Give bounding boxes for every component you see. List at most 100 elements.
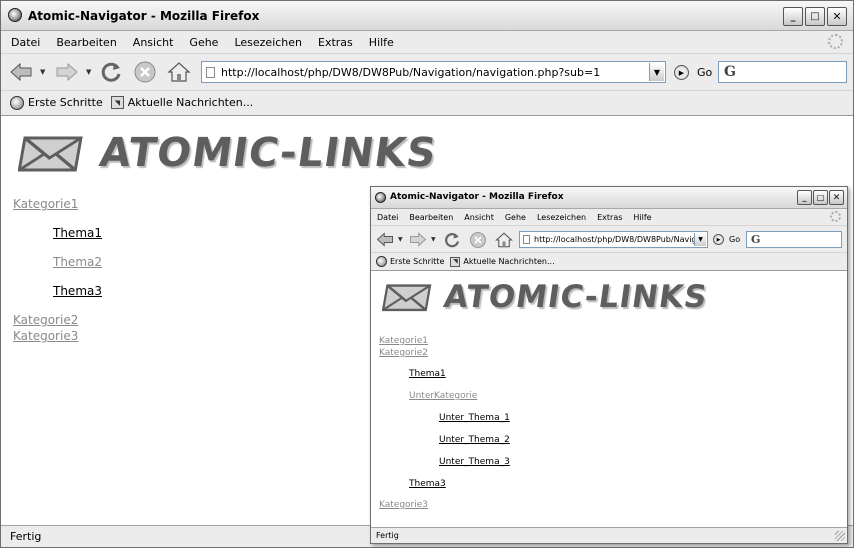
throbber-icon xyxy=(830,211,841,222)
minimize-icon[interactable]: _ xyxy=(783,7,803,26)
bookmark-aktuelle-nachrichten[interactable]: ◥ Aktuelle Nachrichten... xyxy=(450,256,555,267)
nav-link-unter-thema-1[interactable]: Unter_Thema_1 xyxy=(439,413,510,423)
back-dropdown-icon[interactable]: ▼ xyxy=(398,236,403,243)
forward-dropdown-icon[interactable]: ▼ xyxy=(431,236,436,243)
nav-link-thema2[interactable]: Thema2 xyxy=(53,255,102,269)
reload-icon[interactable] xyxy=(97,58,125,86)
back-arrow-icon[interactable] xyxy=(7,58,35,86)
nav-link-kategorie1[interactable]: Kategorie1 xyxy=(379,336,428,346)
go-icon[interactable]: ▶ xyxy=(713,234,724,245)
back-dropdown-icon[interactable]: ▼ xyxy=(40,68,45,76)
nav-link-kategorie3[interactable]: Kategorie3 xyxy=(379,500,428,510)
google-search-icon: G xyxy=(724,64,736,80)
maximize-icon[interactable]: □ xyxy=(813,190,828,205)
menu-hilfe[interactable]: Hilfe xyxy=(633,213,651,222)
navigation-toolbar: ▼ ▼ http://localhost/php/DW8/DW8Pub/Navi… xyxy=(371,225,847,252)
menu-bar: Datei Bearbeiten Ansicht Gehe Lesezeiche… xyxy=(1,32,853,52)
second-browser-window: Atomic-Navigator - Mozilla Firefox _ □ ✕… xyxy=(370,186,848,544)
window-title: Atomic-Navigator - Mozilla Firefox xyxy=(390,192,564,202)
forward-arrow-icon[interactable] xyxy=(53,58,81,86)
bookmarks-toolbar: Erste Schritte ◥ Aktuelle Nachrichten... xyxy=(371,252,847,270)
bookmark-globe-icon xyxy=(10,95,24,110)
url-dropdown-icon[interactable]: ▼ xyxy=(649,63,664,81)
bookmark-erste-schritte[interactable]: Erste Schritte xyxy=(376,256,444,267)
nav-link-thema1[interactable]: Thema1 xyxy=(409,369,446,379)
nav-link-unterkategorie[interactable]: UnterKategorie xyxy=(409,391,477,401)
nav-link-thema1[interactable]: Thema1 xyxy=(53,226,102,240)
minimize-icon[interactable]: _ xyxy=(797,190,812,205)
go-button[interactable]: Go xyxy=(729,235,740,244)
logo-text: ATOMIC-LINKS xyxy=(441,279,710,315)
site-logo: ATOMIC-LINKS xyxy=(18,130,440,176)
envelope-icon xyxy=(382,284,432,312)
menu-lesezeichen[interactable]: Lesezeichen xyxy=(537,213,586,222)
navigation-toolbar: ▼ ▼ http://localhost/php/DW8/DW8Pub/Navi… xyxy=(1,53,853,89)
bookmark-label: Erste Schritte xyxy=(390,257,445,266)
nav-link-unter-thema-2[interactable]: Unter_Thema_2 xyxy=(439,435,510,445)
bookmark-label: Aktuelle Nachrichten... xyxy=(127,96,254,109)
nav-link-kategorie2[interactable]: Kategorie2 xyxy=(13,313,78,327)
bookmark-erste-schritte[interactable]: Erste Schritte xyxy=(10,95,103,110)
bookmark-label: Aktuelle Nachrichten... xyxy=(463,257,555,266)
menu-datei[interactable]: Datei xyxy=(377,213,398,222)
menu-bearbeiten[interactable]: Bearbeiten xyxy=(409,213,453,222)
search-box[interactable]: G xyxy=(746,231,842,248)
menu-bearbeiten[interactable]: Bearbeiten xyxy=(56,36,116,49)
page-icon xyxy=(523,235,530,244)
resize-grip[interactable] xyxy=(835,531,845,541)
menu-extras[interactable]: Extras xyxy=(318,36,353,49)
maximize-icon[interactable]: □ xyxy=(805,7,825,26)
url-dropdown-icon[interactable]: ▼ xyxy=(694,233,706,246)
menu-hilfe[interactable]: Hilfe xyxy=(369,36,394,49)
menu-extras[interactable]: Extras xyxy=(597,213,622,222)
page-icon xyxy=(206,66,215,78)
home-icon[interactable] xyxy=(165,58,193,86)
nav-link-unter-thema-3[interactable]: Unter_Thema_3 xyxy=(439,457,510,467)
rss-icon: ◥ xyxy=(450,256,461,267)
title-bar[interactable]: Atomic-Navigator - Mozilla Firefox _ □ ✕ xyxy=(1,1,853,31)
nav-link-kategorie2[interactable]: Kategorie2 xyxy=(379,348,428,358)
google-search-icon: G xyxy=(751,233,761,246)
url-text: http://localhost/php/DW8/DW8Pub/Naviga xyxy=(534,235,702,244)
envelope-icon xyxy=(18,136,83,172)
rss-icon: ◥ xyxy=(110,96,124,109)
site-logo: ATOMIC-LINKS xyxy=(382,279,710,315)
nav-link-thema3[interactable]: Thema3 xyxy=(53,284,102,298)
close-icon[interactable]: ✕ xyxy=(827,7,847,26)
menu-datei[interactable]: Datei xyxy=(11,36,40,49)
status-text: Fertig xyxy=(376,531,399,540)
home-icon[interactable] xyxy=(493,229,515,250)
menu-ansicht[interactable]: Ansicht xyxy=(133,36,174,49)
window-title: Atomic-Navigator - Mozilla Firefox xyxy=(28,9,260,23)
page-content: ATOMIC-LINKS Kategorie1 Kategorie2 Thema… xyxy=(371,270,847,527)
close-icon[interactable]: ✕ xyxy=(829,190,844,205)
nav-link-kategorie1[interactable]: Kategorie1 xyxy=(13,197,78,211)
throbber-icon xyxy=(828,34,843,49)
url-text: http://localhost/php/DW8/DW8Pub/Navigati… xyxy=(221,65,601,79)
status-bar: Fertig xyxy=(371,527,847,543)
firefox-icon xyxy=(375,192,386,203)
stop-icon[interactable] xyxy=(131,58,159,86)
menu-gehe[interactable]: Gehe xyxy=(505,213,526,222)
nav-link-kategorie3[interactable]: Kategorie3 xyxy=(13,329,78,343)
forward-arrow-icon[interactable] xyxy=(407,229,429,250)
url-bar[interactable]: http://localhost/php/DW8/DW8Pub/Navigati… xyxy=(201,61,666,83)
go-icon[interactable]: ▶ xyxy=(674,65,689,80)
forward-dropdown-icon[interactable]: ▼ xyxy=(86,68,91,76)
menu-ansicht[interactable]: Ansicht xyxy=(464,213,494,222)
menu-gehe[interactable]: Gehe xyxy=(189,36,218,49)
go-button[interactable]: Go xyxy=(697,66,712,79)
url-bar[interactable]: http://localhost/php/DW8/DW8Pub/Naviga ▼ xyxy=(519,231,708,248)
stop-icon[interactable] xyxy=(467,229,489,250)
bookmark-globe-icon xyxy=(376,256,387,267)
reload-icon[interactable] xyxy=(441,229,463,250)
menu-lesezeichen[interactable]: Lesezeichen xyxy=(234,36,302,49)
title-bar[interactable]: Atomic-Navigator - Mozilla Firefox _ □ ✕ xyxy=(371,187,847,209)
bookmark-aktuelle-nachrichten[interactable]: ◥ Aktuelle Nachrichten... xyxy=(110,96,254,109)
bookmark-label: Erste Schritte xyxy=(28,96,103,109)
back-arrow-icon[interactable] xyxy=(374,229,396,250)
menu-bar: Datei Bearbeiten Ansicht Gehe Lesezeiche… xyxy=(371,209,847,225)
search-box[interactable]: G xyxy=(718,61,847,83)
bookmarks-toolbar: Erste Schritte ◥ Aktuelle Nachrichten... xyxy=(1,90,853,114)
nav-link-thema3[interactable]: Thema3 xyxy=(409,479,446,489)
